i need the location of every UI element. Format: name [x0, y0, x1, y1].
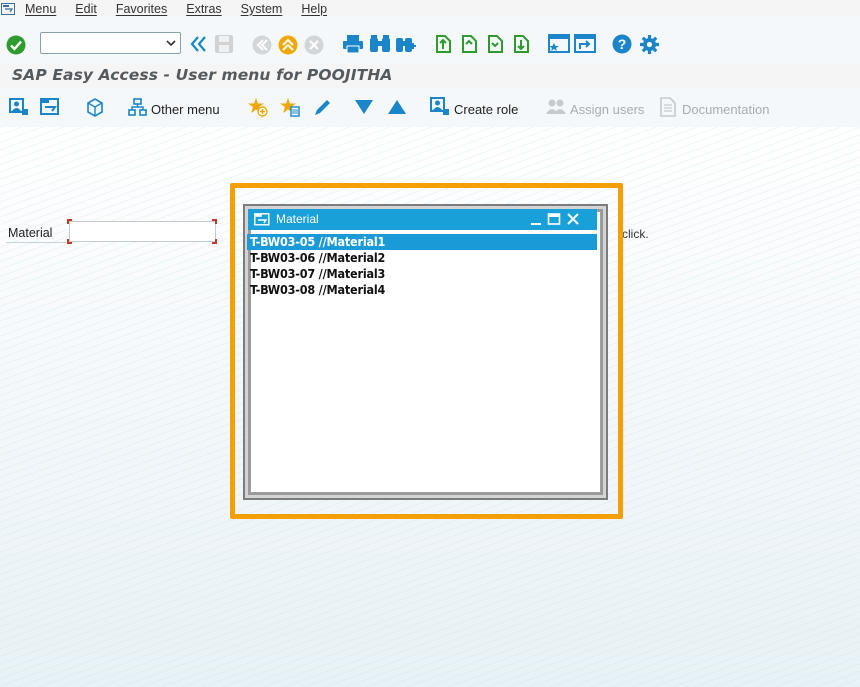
required-corner [212, 219, 217, 224]
move-up-icon[interactable] [388, 99, 406, 115]
documentation-icon [660, 97, 676, 117]
first-page-icon[interactable] [433, 34, 453, 54]
sap-menu-icon[interactable] [40, 98, 60, 116]
new-session-icon[interactable] [548, 34, 570, 54]
add-favorite-icon[interactable] [248, 97, 268, 117]
package-icon[interactable] [86, 97, 104, 117]
menu-item-system[interactable]: System [241, 2, 283, 16]
cancel-icon [304, 35, 324, 55]
double-chevron-left-icon[interactable] [190, 36, 208, 52]
material-popup: Material T-BW03-05 //Material1 T-BW03-06… [243, 204, 608, 500]
exit-icon[interactable] [278, 35, 298, 55]
menu-item-favorites[interactable]: Favorites [116, 2, 167, 16]
application-toolbar: Other menu Create role Assign users Docu… [0, 92, 860, 126]
last-page-icon[interactable] [511, 34, 531, 54]
print-icon[interactable] [342, 34, 364, 54]
required-corner [212, 239, 217, 244]
assign-users-icon [546, 99, 566, 114]
menu-bar: Menu Edit Favorites Extras System Help [0, 0, 860, 17]
help-icon[interactable]: ? [612, 34, 632, 54]
list-item[interactable]: T-BW03-06 //Material2 [247, 250, 597, 266]
find-icon[interactable] [369, 34, 391, 54]
list-item[interactable]: T-BW03-05 //Material1 [247, 234, 597, 250]
menu-item-menu[interactable]: Menu [25, 2, 56, 16]
popup-title-bar: Material [248, 209, 597, 230]
menu-item-edit[interactable]: Edit [75, 2, 97, 16]
documentation-button: Documentation [682, 102, 770, 117]
back-icon [252, 35, 272, 55]
label-underline [6, 242, 68, 243]
command-field[interactable] [40, 32, 181, 54]
app-menu-icon[interactable] [1, 2, 15, 15]
page-title: SAP Easy Access - User menu for POOJITHA [12, 66, 393, 84]
delete-favorite-icon[interactable] [280, 97, 300, 117]
assign-users-button: Assign users [570, 102, 645, 117]
gear-icon[interactable] [639, 34, 660, 55]
menu-item-help[interactable]: Help [301, 2, 327, 16]
find-next-icon[interactable] [395, 34, 417, 54]
next-page-icon[interactable] [485, 34, 505, 54]
close-icon[interactable] [566, 212, 580, 226]
maximize-icon[interactable] [547, 212, 561, 226]
required-corner [67, 239, 72, 244]
enter-check-icon[interactable] [6, 35, 26, 55]
save-icon [215, 35, 233, 53]
popup-title: Material [276, 212, 319, 226]
required-corner [67, 219, 72, 224]
title-bar: SAP Easy Access - User menu for POOJITHA [0, 64, 860, 88]
other-menu-button[interactable]: Other menu [151, 102, 220, 117]
create-role-button[interactable]: Create role [454, 102, 518, 117]
create-role-icon[interactable] [430, 97, 450, 116]
popup-window-icon [254, 213, 270, 226]
user-menu-icon[interactable] [9, 98, 29, 116]
shortcut-icon[interactable] [574, 34, 596, 54]
material-label: Material [8, 226, 53, 240]
chevron-down-icon[interactable] [166, 38, 176, 48]
pencil-icon[interactable] [313, 97, 333, 117]
minimize-icon[interactable] [529, 212, 543, 226]
svg-text:?: ? [618, 36, 627, 52]
menu-item-extras[interactable]: Extras [186, 2, 221, 16]
previous-page-icon[interactable] [459, 34, 479, 54]
list-item[interactable]: T-BW03-07 //Material3 [247, 266, 597, 282]
background-hint-text: click. [622, 227, 649, 241]
material-input[interactable] [69, 221, 216, 242]
move-down-icon[interactable] [355, 99, 373, 115]
other-menu-icon[interactable] [128, 98, 147, 116]
list-item[interactable]: T-BW03-08 //Material4 [247, 282, 597, 298]
material-list: T-BW03-05 //Material1 T-BW03-06 //Materi… [247, 234, 597, 298]
